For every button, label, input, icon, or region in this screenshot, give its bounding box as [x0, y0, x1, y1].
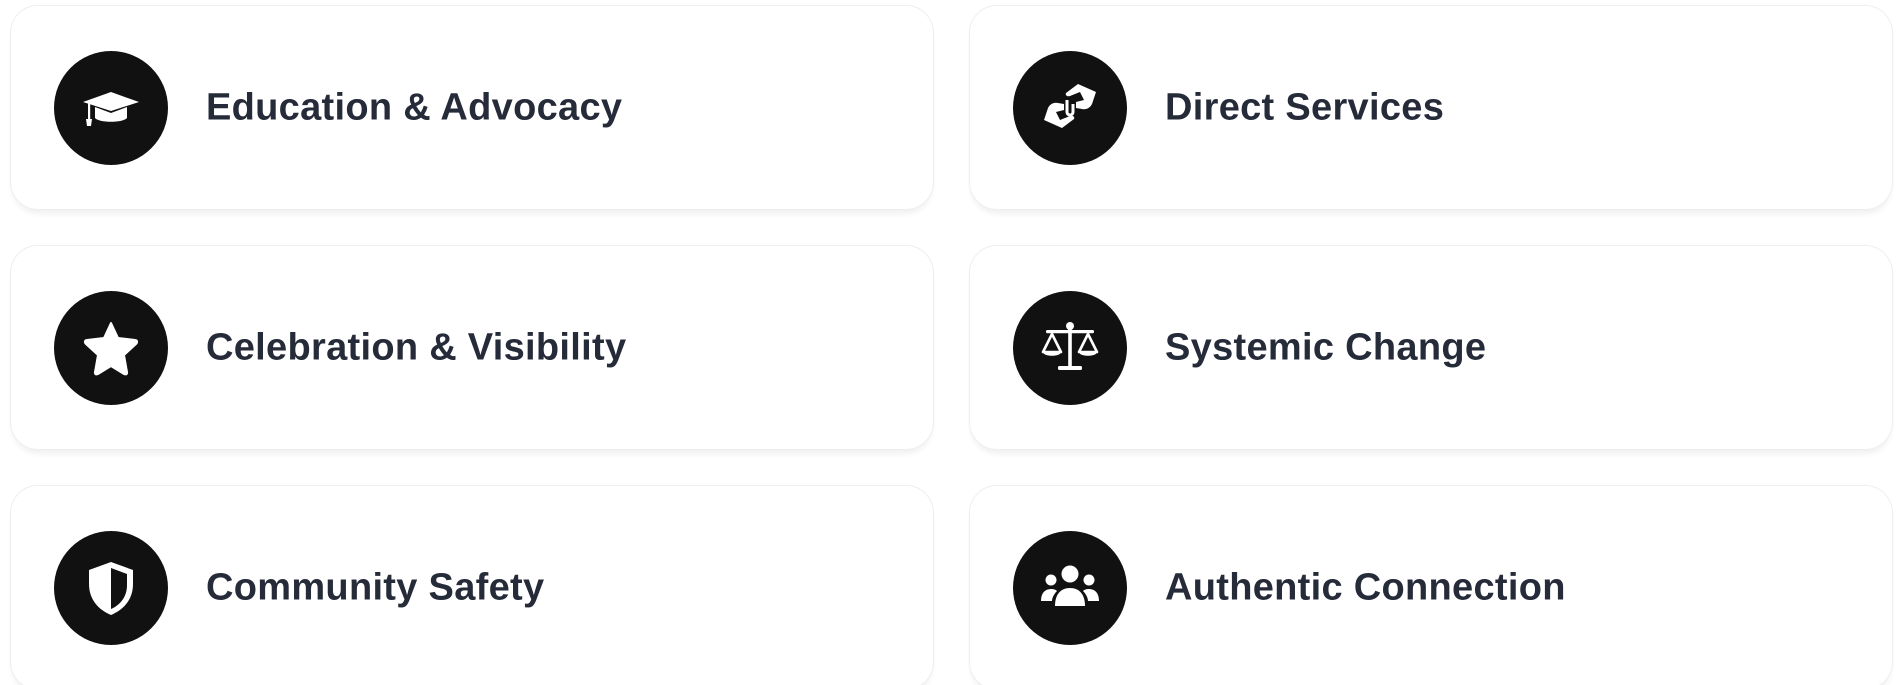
card-celebration-visibility[interactable]: Celebration & Visibility — [10, 245, 934, 450]
card-community-safety[interactable]: Community Safety — [10, 485, 934, 685]
shield-icon — [54, 531, 168, 645]
focus-areas-grid: Education & Advocacy Direct Services Cel… — [0, 0, 1898, 685]
graduation-cap-icon — [54, 51, 168, 165]
card-label: Direct Services — [1165, 86, 1445, 128]
card-education-advocacy[interactable]: Education & Advocacy — [10, 5, 934, 210]
card-authentic-connection[interactable]: Authentic Connection — [969, 485, 1893, 685]
people-group-icon — [1013, 531, 1127, 645]
hand-holding-hand-icon — [1013, 51, 1127, 165]
card-label: Authentic Connection — [1165, 566, 1566, 608]
card-label: Education & Advocacy — [206, 86, 623, 128]
star-icon — [54, 291, 168, 405]
card-label: Community Safety — [206, 566, 545, 608]
scale-balance-icon — [1013, 291, 1127, 405]
card-label: Celebration & Visibility — [206, 326, 627, 368]
card-direct-services[interactable]: Direct Services — [969, 5, 1893, 210]
card-label: Systemic Change — [1165, 326, 1487, 368]
card-systemic-change[interactable]: Systemic Change — [969, 245, 1893, 450]
